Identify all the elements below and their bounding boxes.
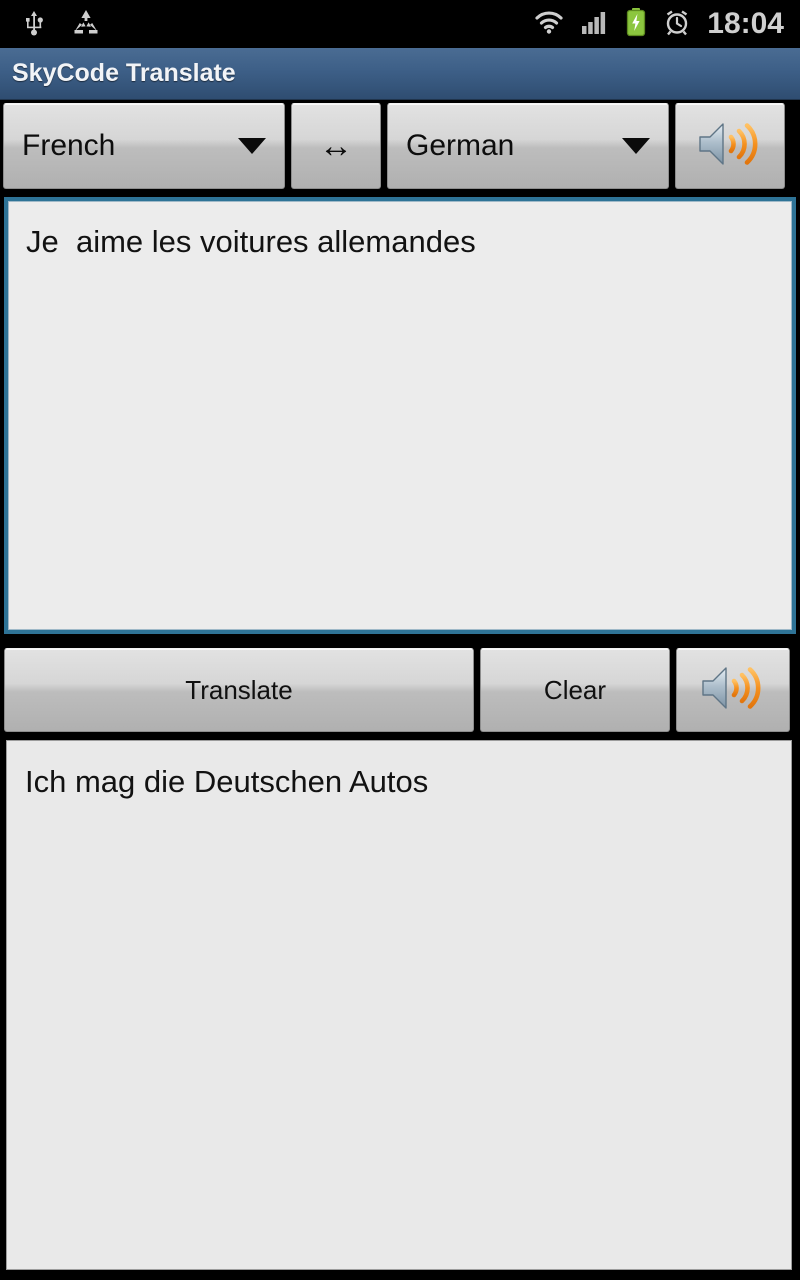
swap-languages-button[interactable]: ↔ bbox=[291, 103, 381, 189]
speak-source-button[interactable] bbox=[675, 103, 785, 189]
clear-button-label: Clear bbox=[543, 674, 607, 705]
alarm-icon bbox=[663, 8, 691, 41]
target-language-spinner[interactable]: German bbox=[387, 103, 669, 189]
speak-output-button[interactable] bbox=[676, 648, 790, 732]
usb-icon bbox=[22, 7, 48, 42]
status-bar-left-icons bbox=[0, 7, 102, 42]
status-bar-clock: 18:04 bbox=[707, 7, 784, 40]
battery-charging-icon bbox=[625, 7, 647, 42]
wifi-icon bbox=[533, 9, 565, 40]
swap-arrows-icon: ↔ bbox=[319, 127, 353, 165]
translate-button[interactable]: Translate bbox=[4, 648, 474, 732]
title-bar: SkyCode Translate bbox=[0, 48, 800, 100]
status-bar: 18:04 bbox=[0, 0, 800, 48]
translated-text-value: Ich mag die Deutschen Autos bbox=[25, 764, 429, 799]
source-text-value[interactable]: Je aime les voitures allemandes bbox=[8, 201, 792, 260]
chevron-down-icon bbox=[238, 138, 266, 154]
source-language-label: French bbox=[22, 129, 116, 162]
source-language-spinner[interactable]: French bbox=[3, 103, 285, 189]
status-bar-right-icons: 18:04 bbox=[533, 0, 784, 48]
recycle-icon bbox=[70, 7, 102, 42]
speaker-icon bbox=[700, 662, 766, 719]
action-button-row: Translate Clear bbox=[0, 645, 800, 735]
chevron-down-icon bbox=[622, 138, 650, 154]
clear-button[interactable]: Clear bbox=[480, 648, 670, 732]
language-selection-row: French ↔ German bbox=[0, 100, 800, 192]
app-title: SkyCode Translate bbox=[12, 59, 236, 87]
speaker-icon bbox=[697, 118, 763, 175]
translated-text-output[interactable]: Ich mag die Deutschen Autos bbox=[6, 740, 792, 1270]
signal-icon bbox=[581, 9, 609, 40]
translate-button-label: Translate bbox=[185, 674, 293, 705]
source-text-input[interactable]: Je aime les voitures allemandes bbox=[4, 197, 796, 634]
target-language-label: German bbox=[406, 129, 515, 162]
